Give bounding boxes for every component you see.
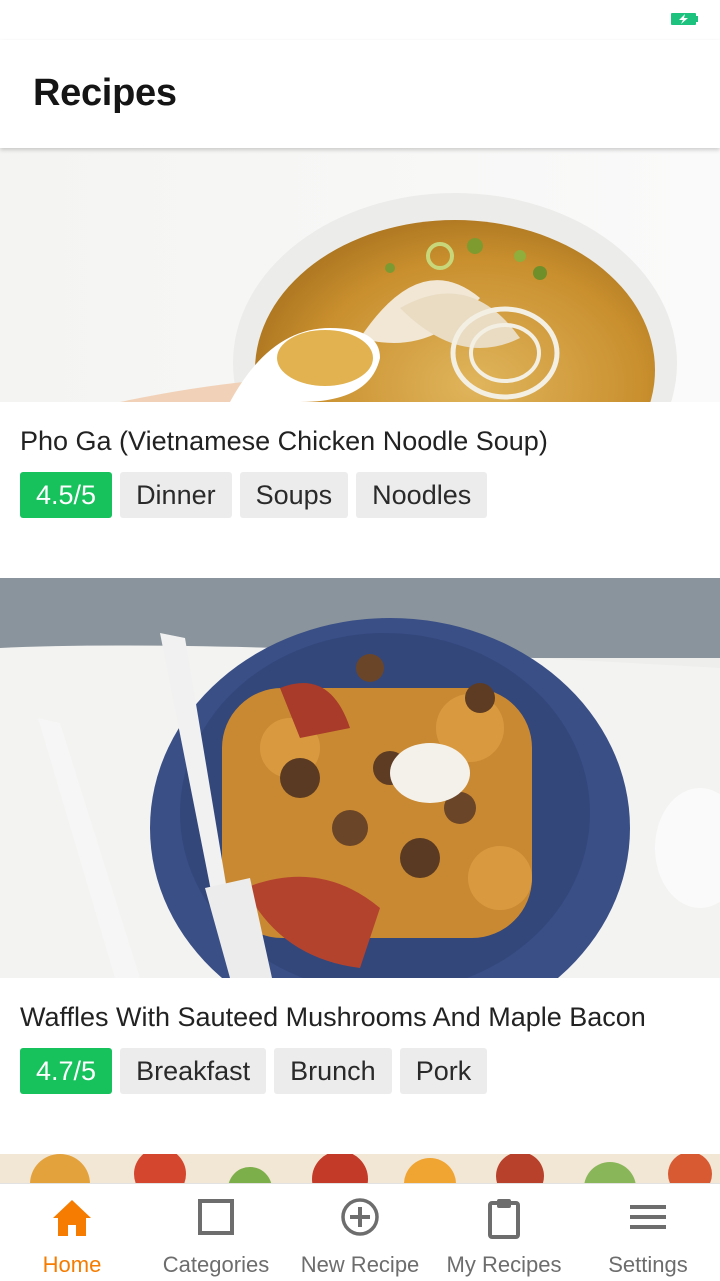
nav-home[interactable]: Home — [0, 1184, 144, 1281]
nav-label: Settings — [608, 1252, 688, 1277]
nav-label: New Recipe — [300, 1252, 420, 1277]
rating-badge: 4.5/5 — [20, 472, 113, 518]
tag-chip[interactable]: Noodles — [356, 472, 488, 518]
recipe-title[interactable]: Pho Ga (Vietnamese Chicken Noodle Soup) — [20, 426, 548, 457]
tag-chip[interactable]: Breakfast — [120, 1048, 267, 1094]
waffles-plate-image[interactable] — [0, 578, 720, 978]
recipe-feed[interactable]: Pho Ga (Vietnamese Chicken Noodle Soup) … — [0, 148, 720, 1183]
tag-chip[interactable]: Soups — [239, 472, 349, 518]
status-bar — [0, 0, 720, 40]
bottom-navigation: Home Categories New Recipe My Recipes Se… — [0, 1183, 720, 1281]
app-bar: Recipes — [0, 40, 720, 148]
tag-chip[interactable]: Brunch — [274, 1048, 392, 1094]
add-circle-icon — [341, 1198, 379, 1236]
nav-settings[interactable]: Settings — [576, 1184, 720, 1281]
recipe-card[interactable]: Pho Ga (Vietnamese Chicken Noodle Soup) … — [0, 148, 720, 578]
home-icon — [53, 1200, 91, 1236]
tag-row: 4.5/5 Dinner Soups Noodles — [20, 472, 488, 518]
tag-chip[interactable]: Pork — [399, 1048, 488, 1094]
nav-label: My Recipes — [446, 1252, 562, 1277]
nav-my-recipes[interactable]: My Recipes — [432, 1184, 576, 1281]
tag-chip[interactable]: Dinner — [120, 472, 232, 518]
page-title: Recipes — [33, 72, 177, 114]
soup-bowl-image[interactable] — [0, 148, 720, 402]
tag-row: 4.7/5 Breakfast Brunch Pork — [20, 1048, 488, 1094]
nav-label: Categories — [162, 1252, 270, 1277]
recipe-card[interactable] — [0, 1154, 720, 1183]
square-icon — [198, 1199, 234, 1235]
recipe-title[interactable]: Waffles With Sauteed Mushrooms And Maple… — [20, 1002, 646, 1033]
pizza-image[interactable] — [0, 1154, 720, 1183]
clipboard-icon — [488, 1199, 520, 1239]
battery-charging-icon — [671, 13, 698, 25]
nav-categories[interactable]: Categories — [144, 1184, 288, 1281]
nav-label: Home — [42, 1252, 102, 1277]
nav-new-recipe[interactable]: New Recipe — [288, 1184, 432, 1281]
recipe-card[interactable]: Waffles With Sauteed Mushrooms And Maple… — [0, 578, 720, 1154]
rating-badge: 4.7/5 — [20, 1048, 113, 1094]
menu-icon — [630, 1205, 666, 1229]
